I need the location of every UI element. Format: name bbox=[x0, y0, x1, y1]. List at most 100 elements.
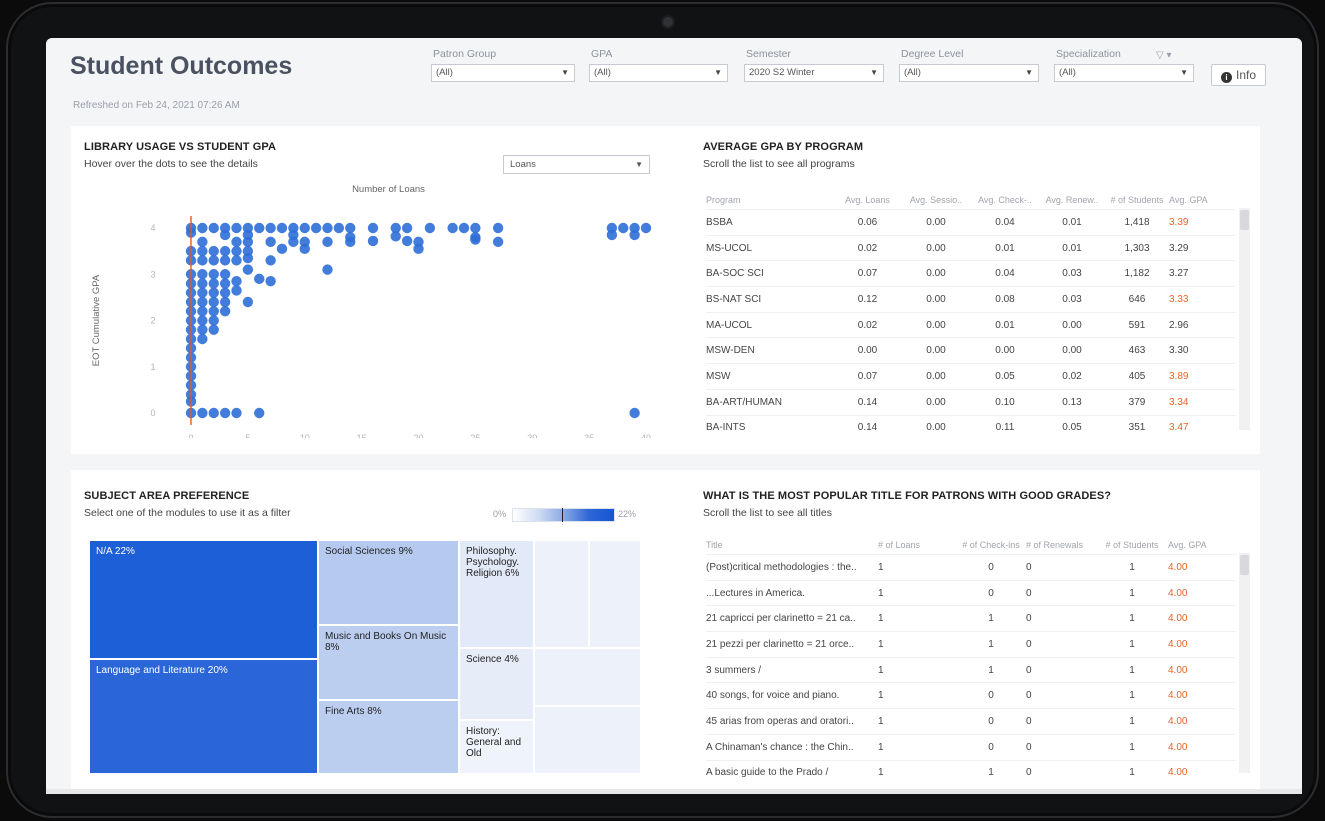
data-point[interactable] bbox=[231, 236, 242, 248]
data-point[interactable] bbox=[470, 222, 481, 234]
table-row[interactable]: BA-INTS 0.14 0.00 0.11 0.05 351 3.47 bbox=[706, 414, 1236, 441]
measure-select[interactable]: Loans ▼ bbox=[503, 155, 650, 174]
data-point[interactable] bbox=[197, 324, 208, 335]
data-point[interactable] bbox=[231, 275, 242, 287]
data-point[interactable] bbox=[219, 306, 231, 317]
scrollbar-thumb[interactable] bbox=[1240, 555, 1249, 575]
data-point[interactable] bbox=[265, 222, 276, 234]
patron-group-select[interactable]: (All) ▼ bbox=[431, 64, 575, 82]
data-point[interactable] bbox=[333, 222, 345, 234]
data-point[interactable] bbox=[219, 278, 231, 289]
data-point[interactable] bbox=[492, 222, 504, 234]
data-point[interactable] bbox=[424, 222, 436, 234]
treemap-tile[interactable]: N/A 22% bbox=[89, 540, 318, 659]
data-point[interactable] bbox=[276, 222, 288, 234]
data-point[interactable] bbox=[492, 236, 504, 248]
data-point[interactable] bbox=[219, 407, 231, 419]
treemap-tile-small[interactable] bbox=[534, 648, 641, 706]
treemap-tile[interactable]: Philosophy. Psychology. Religion 6% bbox=[459, 540, 534, 648]
data-point[interactable] bbox=[413, 243, 424, 255]
data-point[interactable] bbox=[231, 255, 242, 266]
data-point[interactable] bbox=[299, 222, 310, 234]
treemap-tile[interactable]: Science 4% bbox=[459, 648, 534, 720]
column-header[interactable]: Avg. GPA bbox=[1169, 191, 1236, 210]
data-point[interactable] bbox=[242, 296, 254, 308]
data-point[interactable] bbox=[197, 306, 208, 317]
data-point[interactable] bbox=[322, 222, 333, 234]
data-point[interactable] bbox=[197, 236, 208, 248]
data-point[interactable] bbox=[288, 236, 299, 248]
data-point[interactable] bbox=[265, 236, 276, 248]
data-point[interactable] bbox=[208, 245, 219, 257]
table-row[interactable]: 21 pezzi per clarinetto = 21 orce.. 1 1 0 1 4… bbox=[706, 631, 1236, 658]
column-header[interactable]: Avg. GPA bbox=[1168, 536, 1236, 555]
data-point[interactable] bbox=[242, 264, 254, 275]
data-point[interactable] bbox=[197, 296, 208, 308]
data-point[interactable] bbox=[219, 229, 231, 241]
column-header[interactable]: Program bbox=[706, 191, 834, 210]
table-row[interactable]: BA-ART/HUMAN 0.14 0.00 0.10 0.13 379 3.34 bbox=[706, 388, 1236, 415]
table-row[interactable]: MSW 0.07 0.00 0.05 0.02 405 3.89 bbox=[706, 363, 1236, 390]
data-point[interactable] bbox=[254, 273, 265, 285]
table-row[interactable]: BS-NAT SCI 0.12 0.00 0.08 0.03 646 3.33 bbox=[706, 286, 1236, 313]
data-point[interactable] bbox=[208, 324, 219, 335]
data-point[interactable] bbox=[276, 243, 288, 255]
column-header[interactable]: # of Students bbox=[1096, 536, 1168, 555]
data-point[interactable] bbox=[231, 222, 242, 234]
column-header[interactable]: # of Check-ins bbox=[956, 536, 1026, 555]
table-row[interactable]: MS-UCOL 0.02 0.00 0.01 0.01 1,303 3.29 bbox=[706, 234, 1236, 261]
data-point[interactable] bbox=[208, 255, 219, 266]
data-point[interactable] bbox=[618, 222, 629, 234]
data-point[interactable] bbox=[242, 236, 254, 248]
data-point[interactable] bbox=[401, 222, 413, 234]
column-header[interactable]: Avg. Sessio.. bbox=[901, 191, 971, 210]
specialization-select[interactable]: (All) ▼ bbox=[1054, 64, 1194, 82]
data-point[interactable] bbox=[401, 235, 413, 247]
treemap-tile[interactable]: Fine Arts 8% bbox=[318, 700, 459, 774]
data-point[interactable] bbox=[197, 245, 208, 257]
data-point[interactable] bbox=[197, 333, 208, 345]
data-point[interactable] bbox=[208, 222, 219, 234]
data-point[interactable] bbox=[458, 222, 470, 234]
treemap-tile[interactable]: Music and Books On Music 8% bbox=[318, 625, 459, 700]
column-header[interactable]: Avg. Check-.. bbox=[971, 191, 1039, 210]
table-row[interactable]: BSBA 0.06 0.00 0.04 0.01 1,418 3.39 bbox=[706, 209, 1236, 236]
data-point[interactable] bbox=[345, 222, 356, 234]
data-point[interactable] bbox=[219, 255, 231, 266]
titles-scrollbar[interactable] bbox=[1239, 553, 1250, 773]
data-point[interactable] bbox=[208, 278, 219, 289]
column-header[interactable]: Avg. Loans bbox=[834, 191, 901, 210]
data-point[interactable] bbox=[208, 306, 219, 317]
data-point[interactable] bbox=[197, 287, 208, 298]
data-point[interactable] bbox=[231, 407, 242, 419]
data-point[interactable] bbox=[265, 275, 276, 287]
semester-select[interactable]: 2020 S2 Winter ▼ bbox=[744, 64, 884, 82]
data-point[interactable] bbox=[322, 264, 333, 275]
data-point[interactable] bbox=[606, 229, 618, 241]
data-point[interactable] bbox=[265, 255, 276, 266]
data-point[interactable] bbox=[629, 229, 640, 241]
data-point[interactable] bbox=[367, 235, 379, 247]
data-point[interactable] bbox=[254, 407, 265, 419]
data-point[interactable] bbox=[310, 222, 322, 234]
table-row[interactable]: 40 songs, for voice and piano. 1 0 0 1 4.00 bbox=[706, 682, 1236, 709]
degree-level-select[interactable]: (All) ▼ bbox=[899, 64, 1039, 82]
data-point[interactable] bbox=[219, 296, 231, 308]
table-row[interactable]: 3 summers /1 1 0 1 4.00 bbox=[706, 656, 1236, 683]
table-row[interactable]: MSW-DEN 0.00 0.00 0.00 0.00 463 3.30 bbox=[706, 337, 1236, 364]
data-point[interactable] bbox=[231, 285, 242, 296]
data-point[interactable] bbox=[197, 255, 208, 266]
column-header[interactable]: Title bbox=[706, 536, 878, 555]
scrollbar-thumb[interactable] bbox=[1240, 210, 1249, 230]
data-point[interactable] bbox=[242, 252, 254, 264]
data-point[interactable] bbox=[208, 407, 219, 419]
data-point[interactable] bbox=[197, 269, 208, 280]
data-point[interactable] bbox=[219, 269, 231, 280]
data-point[interactable] bbox=[219, 287, 231, 298]
treemap-tile-small[interactable] bbox=[534, 540, 589, 648]
table-row[interactable]: A Chinaman's chance : the Chin.. 1 0 0 1 4.00 bbox=[706, 733, 1236, 760]
data-point[interactable] bbox=[208, 296, 219, 308]
treemap-tile[interactable]: History: General and Old bbox=[459, 720, 534, 774]
data-point[interactable] bbox=[197, 278, 208, 289]
table-row[interactable]: (Post)critical methodologies : the.. 1 0 0 1… bbox=[706, 554, 1236, 581]
